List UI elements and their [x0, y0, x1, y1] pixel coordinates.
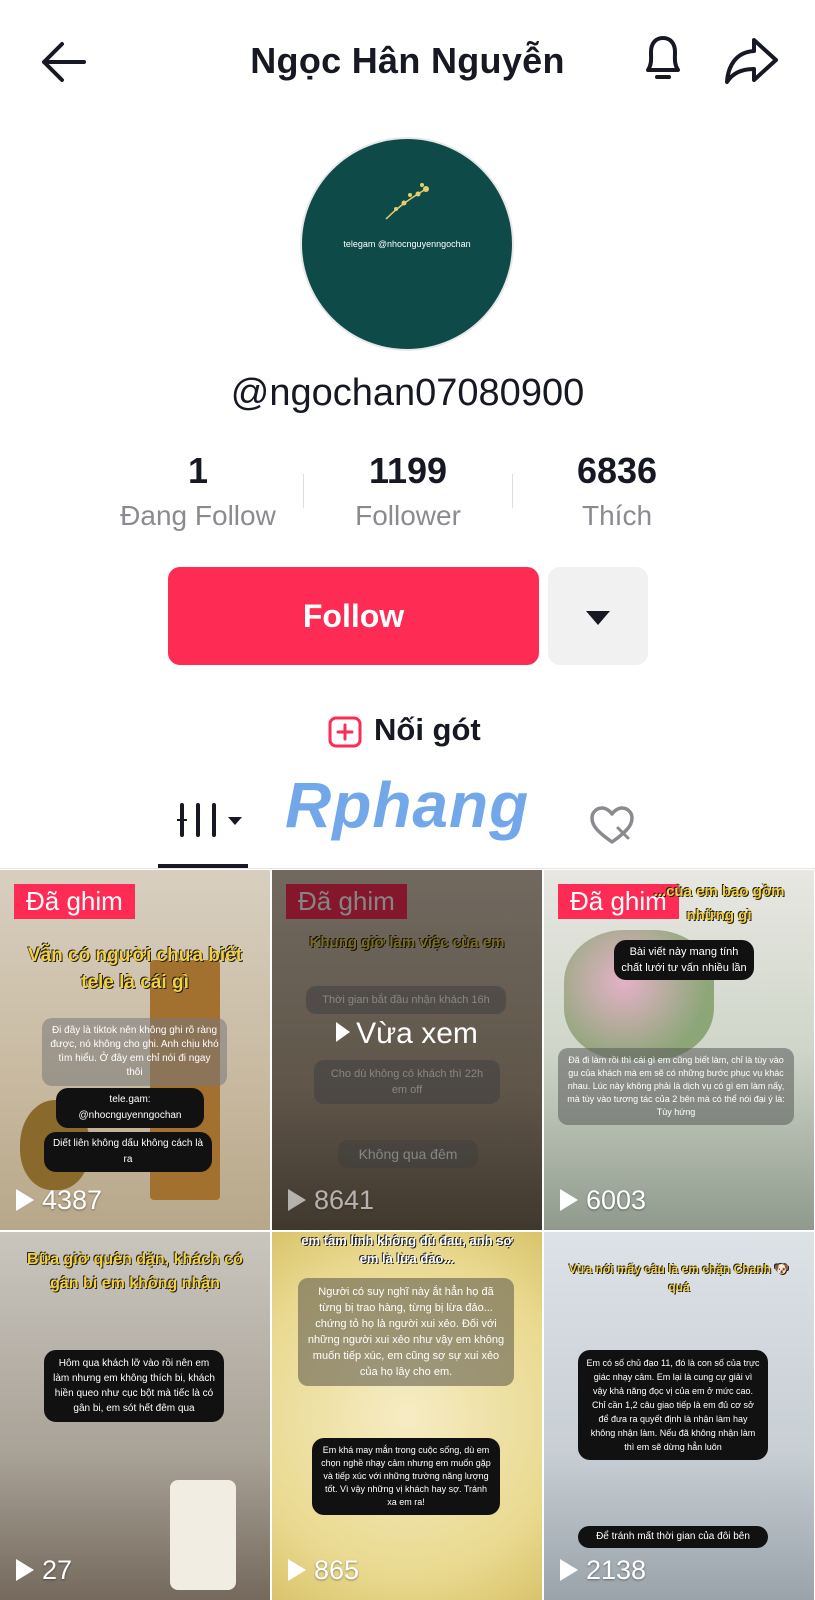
video-text: Em có số chủ đạo 11, đó là con số của tr…	[578, 1350, 768, 1460]
video-headline: Vừa nói mấy câu là em chặn Chanh 🐶 quá	[568, 1262, 790, 1294]
tab-divider	[0, 868, 815, 869]
play-icon	[560, 1189, 578, 1211]
video-text: tele.gam: @nhocnguyenngochan	[56, 1088, 204, 1128]
stat-divider	[303, 474, 304, 508]
video-thumbnail[interactable]: Đã ghim Vẫn có người chưa biết tele là c…	[0, 870, 270, 1230]
video-headline: em tâm linh không đủ đau, anh sợ em là l…	[301, 1233, 513, 1266]
flower-branch-icon	[385, 183, 429, 220]
avatar[interactable]: telegam @nhocnguyenngochan	[300, 137, 514, 351]
video-text: Người có suy nghĩ này ắt hẳn họ đã từng …	[298, 1278, 514, 1386]
following-count: 1	[187, 450, 209, 491]
pinned-badge: Đã ghim	[14, 884, 135, 919]
videos-tab-grid-icon[interactable]	[160, 795, 248, 861]
video-text: Em khá may mắn trong cuộc sống, dù em ch…	[312, 1438, 500, 1515]
username: @ngochan07080900	[230, 372, 585, 414]
avatar-caption: telegam @nhocnguyenngochan	[343, 239, 471, 249]
play-icon	[336, 1022, 351, 1042]
video-headline: Bữa giờ quên dặn, khách có gân bi em khô…	[27, 1251, 243, 1292]
view-count: 27	[16, 1555, 72, 1586]
stat-followers[interactable]: 1199 Follower	[308, 450, 508, 532]
video-thumbnail[interactable]: Vừa nói mấy câu là em chặn Chanh 🐶 quá E…	[544, 1232, 814, 1600]
following-label: Đang Follow	[120, 500, 276, 531]
recently-watched-label: Vừa xem	[272, 1017, 542, 1051]
play-icon	[288, 1559, 306, 1581]
video-thumbnail[interactable]: em tâm linh không đủ đau, anh sợ em là l…	[272, 1232, 542, 1600]
video-text: Đi đây là tiktok nên không ghi rõ ràng đ…	[42, 1018, 227, 1086]
followers-count: 1199	[368, 450, 448, 491]
view-count: 6003	[560, 1185, 646, 1216]
add-square-icon	[328, 716, 362, 748]
stat-likes: 6836 Thích	[517, 450, 717, 532]
profile-title: Ngọc Hân Nguyễn	[250, 40, 565, 81]
video-text: Diết liên không dấu không cách là ra	[44, 1132, 212, 1172]
view-count: 8641	[288, 1185, 374, 1216]
stat-following[interactable]: 1 Đang Follow	[98, 450, 298, 532]
follow-button[interactable]: Follow	[168, 567, 539, 665]
caret-down-icon	[586, 611, 610, 625]
play-icon	[560, 1559, 578, 1581]
play-icon	[16, 1189, 34, 1211]
video-thumbnail[interactable]: Đã ghim Khung giờ làm việc của em Thời g…	[272, 870, 542, 1230]
view-count: 865	[288, 1555, 359, 1586]
watermark-logo: Rphang	[285, 769, 530, 841]
video-text: Bài viết này mang tính chất lưới tư vấn …	[614, 940, 754, 980]
share-icon[interactable]	[722, 34, 780, 86]
bell-icon[interactable]	[636, 30, 690, 86]
followers-label: Follower	[355, 500, 461, 531]
video-thumbnail[interactable]: Đã ghim ...của em bao gồm những gì Bài v…	[544, 870, 814, 1230]
likes-count: 6836	[576, 450, 658, 491]
view-count: 2138	[560, 1555, 646, 1586]
stat-divider	[512, 474, 513, 508]
video-thumbnail[interactable]: Bữa giờ quên dặn, khách có gân bi em khô…	[0, 1232, 270, 1600]
candle-image	[170, 1480, 236, 1590]
suggested-accounts-button[interactable]	[548, 567, 648, 665]
liked-hidden-icon[interactable]	[588, 804, 636, 846]
video-text: Hôm qua khách lỡ vào rồi nên em làm nhưn…	[44, 1350, 224, 1422]
top-bar: Ngọc Hân Nguyễn	[0, 0, 815, 120]
video-headline: ...của em bao gồm những gì	[653, 883, 785, 924]
video-headline: Vẫn có người chưa biết tele là cái gì	[27, 945, 243, 993]
likes-label: Thích	[581, 500, 653, 531]
play-icon	[288, 1189, 306, 1211]
play-icon	[16, 1559, 34, 1581]
video-text: Đã đi làm rồi thì cái gì em cũng biết là…	[558, 1048, 794, 1125]
noigot-label: Nối gót	[374, 712, 481, 747]
view-count: 4387	[16, 1185, 102, 1216]
video-text: Để tránh mất thời gian của đôi bên	[578, 1526, 768, 1548]
